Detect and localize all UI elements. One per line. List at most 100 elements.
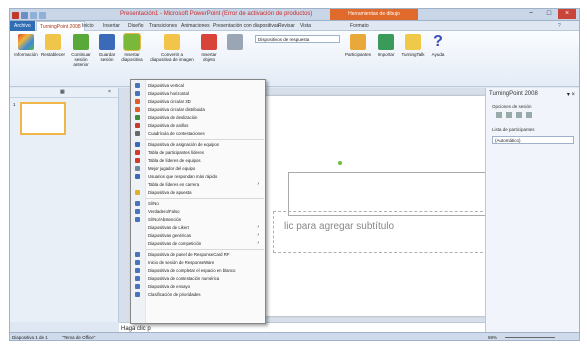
close-panel-icon[interactable]: ×: [108, 89, 111, 95]
menu-item[interactable]: Diapositiva de apuesta: [131, 189, 265, 196]
menu-item[interactable]: Diapositivas de competición ›: [131, 240, 265, 247]
menu-item-label: Diapositiva de contestación numérica: [148, 276, 220, 281]
ayuda-button[interactable]: ? Ayuda: [428, 34, 448, 58]
restablecer-button[interactable]: Restablecer: [39, 34, 67, 57]
tab-transiciones[interactable]: Transiciones: [149, 22, 177, 30]
session-icon[interactable]: [496, 112, 502, 118]
menu-item-icon: [135, 174, 140, 179]
menu-item[interactable]: Sí/No/Abstención: [131, 216, 265, 223]
tab-revisar[interactable]: Revisar: [278, 22, 295, 30]
tools-button[interactable]: [225, 34, 245, 52]
help-icon[interactable]: ?: [558, 22, 561, 30]
menu-item-label: Mejor jugador del equipo: [148, 166, 196, 171]
tab-inicio[interactable]: Inicio: [82, 22, 94, 30]
menu-item[interactable]: Usuarios que respondan más rápido: [131, 173, 265, 180]
zoom-slider[interactable]: [505, 337, 555, 338]
continue-session-icon: [73, 34, 89, 50]
insertar-objeto-button[interactable]: Insertar objeto: [196, 34, 222, 62]
convertir-diapositiva-button[interactable]: Convertir a diapositiva de imagen: [150, 34, 194, 62]
informacion-button[interactable]: Información: [12, 34, 40, 57]
menu-item-icon: [135, 268, 140, 273]
menu-item[interactable]: Diapositiva de ensayo: [131, 283, 265, 290]
tab-presentacion[interactable]: Presentación con diapositivas: [213, 22, 279, 30]
menu-item[interactable]: Verdadero/Falso: [131, 208, 265, 215]
importar-button[interactable]: Importar: [374, 34, 398, 57]
menu-item-label: Clasificación de prioridades: [148, 292, 201, 297]
menu-item[interactable]: Cuadrícula de contestaciones: [131, 130, 265, 137]
save-icon[interactable]: [21, 11, 28, 19]
slide-info: Diapositiva 1 de 1: [12, 335, 48, 340]
outline-tab-icon[interactable]: ▦: [60, 89, 65, 95]
submenu-arrow-icon: ›: [257, 232, 259, 238]
minimize-button[interactable]: −: [522, 9, 540, 19]
menu-item-label: Usuarios que respondan más rápido: [148, 174, 218, 179]
slides-panel-header: ▦ ×: [10, 88, 118, 98]
subtitle-placeholder[interactable]: lic para agregar subtítulo: [273, 211, 493, 253]
slide-thumbnail[interactable]: [20, 102, 66, 135]
guardar-sesion-button[interactable]: Guardar sesión: [96, 34, 118, 62]
redo-icon[interactable]: [39, 11, 46, 19]
response-devices-combo[interactable]: Dispositivos de respuesta: [255, 35, 340, 43]
participants-list-label: Lista de participantes: [492, 127, 535, 132]
menu-item-label: Diapositiva de deslización: [148, 115, 198, 120]
participants-dropdown[interactable]: (Automático): [492, 136, 574, 144]
turningpoint-panel-title: TurningPoint 2008: [489, 91, 538, 97]
menu-item[interactable]: Diapositiva de panel de ResponseCard RF: [131, 251, 265, 258]
menu-item[interactable]: Sí/No: [131, 200, 265, 207]
turningtalk-button[interactable]: TurningTalk: [399, 34, 427, 57]
menu-item-label: Diapositiva de ensayo: [148, 284, 191, 289]
menu-item[interactable]: Diapositiva de completar el espacio en b…: [131, 267, 265, 274]
menu-item[interactable]: Diapositiva de asignación de equipos: [131, 141, 265, 148]
quick-access-toolbar: [12, 10, 46, 20]
session-icon[interactable]: [526, 112, 532, 118]
menu-item[interactable]: Diapositiva vertical: [131, 82, 265, 89]
menu-item[interactable]: Mejor jugador del equipo: [131, 165, 265, 172]
menu-item[interactable]: Clasificación de prioridades: [131, 291, 265, 298]
tab-formato[interactable]: Formato: [350, 22, 369, 30]
menu-item-icon: [135, 107, 140, 112]
menu-item[interactable]: Diapositiva de anillos: [131, 122, 265, 129]
tab-vista[interactable]: Vista: [300, 22, 311, 30]
tab-animaciones[interactable]: Animaciones: [181, 22, 210, 30]
rotation-handle[interactable]: [338, 161, 342, 165]
menu-item-label: Sí/No: [148, 201, 159, 206]
menu-item[interactable]: Diapositiva circular 3D: [131, 98, 265, 105]
menu-item-icon: [135, 190, 140, 195]
menu-item[interactable]: Tabla de líderes de equipos: [131, 157, 265, 164]
turningpoint-panel: TurningPoint 2008 ▾ × Opciones de sesión…: [485, 88, 579, 334]
submenu-arrow-icon: ›: [257, 181, 259, 187]
menu-item[interactable]: Tabla de líderes en carrera ›: [131, 181, 265, 188]
close-button[interactable]: ×: [558, 9, 576, 19]
submenu-arrow-icon: ›: [257, 240, 259, 246]
tab-diseno[interactable]: Diseño: [128, 22, 144, 30]
menu-item-icon: [135, 166, 140, 171]
insertar-diapositiva-button[interactable]: Insertar diapositiva: [118, 33, 146, 62]
info-icon: [18, 34, 34, 50]
reset-icon: [45, 34, 61, 50]
menu-item[interactable]: Tabla de participantes líderes: [131, 149, 265, 156]
continuar-sesion-button[interactable]: Continuar sesión anterior: [68, 34, 94, 67]
menu-item-label: Diapositivas de Likert: [148, 225, 189, 230]
menu-item-label: Inicio de sesión de ResponseWare: [148, 260, 215, 265]
session-icon[interactable]: [506, 112, 512, 118]
tab-insertar[interactable]: Insertar: [103, 22, 120, 30]
menu-item[interactable]: Diapositiva horizontal: [131, 90, 265, 97]
session-option-icons: [496, 112, 532, 118]
menu-item[interactable]: Diapositivas genéricas ›: [131, 232, 265, 239]
menu-item[interactable]: Diapositiva de deslización: [131, 114, 265, 121]
menu-item-icon: [135, 83, 140, 88]
session-icon[interactable]: [516, 112, 522, 118]
maximize-button[interactable]: □: [540, 9, 558, 19]
close-panel-icon[interactable]: ▾ ×: [567, 91, 575, 98]
menu-item[interactable]: Diapositiva de contestación numérica: [131, 275, 265, 282]
tab-archivo[interactable]: Archivo: [10, 21, 35, 31]
menu-item[interactable]: Inicio de sesión de ResponseWare: [131, 259, 265, 266]
menu-item-icon: [135, 292, 140, 297]
undo-icon[interactable]: [30, 11, 37, 19]
ribbon: Información Restablecer Continuar sesión…: [10, 31, 579, 87]
menu-item[interactable]: Diapositiva circular distribuida: [131, 106, 265, 113]
menu-item[interactable]: Diapositivas de Likert ›: [131, 224, 265, 231]
participantes-button[interactable]: Participantes: [343, 34, 373, 57]
menu-item-label: Tabla de líderes de equipos: [148, 158, 201, 163]
insert-slide-icon: [123, 33, 141, 51]
